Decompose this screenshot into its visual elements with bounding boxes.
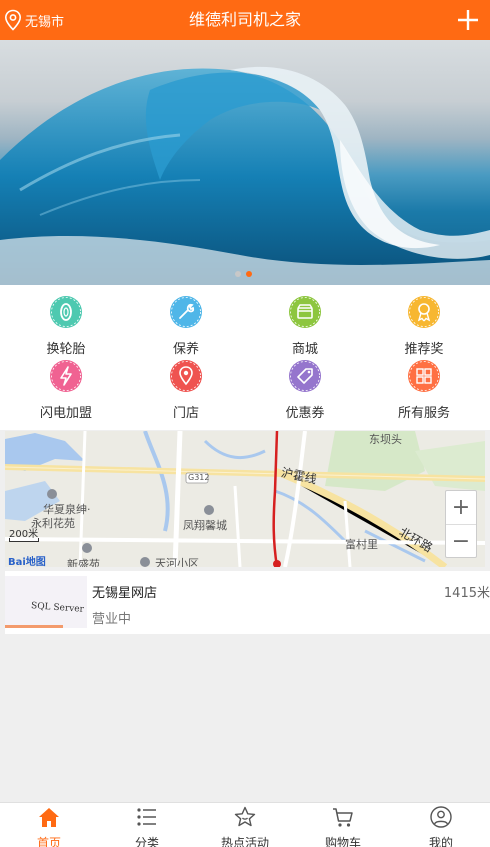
shop-icon [289, 296, 321, 328]
bottom-tab-bar: 首页 分类 热点活动 购物车 我的 [0, 802, 490, 847]
service-store[interactable]: 门店 [126, 359, 246, 421]
map-scale-bar [9, 538, 39, 542]
service-grid: 换轮胎 保养 商城 推荐奖 闪电加盟 门店 优惠券 所有服务 [0, 285, 490, 430]
user-icon [430, 806, 452, 828]
tab-label: 分类 [134, 836, 159, 847]
cart-icon [333, 808, 353, 827]
carousel-dot-active[interactable] [246, 271, 252, 277]
service-shop[interactable]: 商城 [245, 295, 365, 357]
top-header: 无锡市 维德利司机之家 [0, 0, 490, 40]
service-tire[interactable]: 换轮胎 [6, 295, 126, 357]
carousel-indicator [235, 271, 252, 277]
carousel-dot[interactable] [235, 271, 241, 277]
wave-image [0, 66, 490, 285]
tab-label: 我的 [428, 836, 453, 847]
map-zoom-control: + − [445, 490, 477, 558]
banner-carousel[interactable] [0, 40, 490, 285]
service-label: 优惠券 [285, 406, 325, 421]
service-franchise[interactable]: 闪电加盟 [6, 359, 126, 421]
maintenance-icon [170, 296, 202, 328]
add-icon[interactable] [456, 8, 480, 32]
star-icon [234, 806, 256, 827]
store-card[interactable]: SQL Server 无锡星网店 1415米 营业中 [5, 571, 490, 634]
zoom-out-button[interactable]: − [446, 525, 476, 559]
tab-hot-events[interactable]: 热点活动 [196, 806, 294, 847]
store-status: 营业中 [92, 612, 132, 627]
store-location-icon [170, 360, 202, 392]
service-all[interactable]: 所有服务 [364, 359, 484, 421]
service-label: 推荐奖 [404, 342, 444, 357]
map-label: 天河小区 [155, 557, 199, 567]
tab-label: 热点活动 [220, 836, 269, 847]
home-icon [39, 808, 59, 827]
store-name: 无锡星网店 [92, 586, 158, 601]
lightning-icon [50, 360, 82, 392]
service-coupon[interactable]: 优惠券 [245, 359, 365, 421]
map-label: 东坝头 [369, 433, 402, 446]
service-label: 门店 [172, 406, 199, 421]
store-distance: 1415米 [443, 586, 490, 601]
all-services-icon [408, 360, 440, 392]
award-icon [408, 296, 440, 328]
service-label: 闪电加盟 [39, 406, 92, 421]
app-screen: 无锡市 维德利司机之家 换轮胎 保养 商城 推荐奖 闪电加盟 门店 优惠券 所有… [0, 0, 490, 847]
tire-icon [50, 296, 82, 328]
service-label: 保养 [172, 342, 199, 357]
service-maintenance[interactable]: 保养 [126, 295, 246, 357]
map-label: 富村里 [345, 538, 378, 551]
tab-home[interactable]: 首页 [0, 806, 98, 847]
page-title: 维德利司机之家 [188, 10, 301, 29]
store-thumbnail: SQL Server [5, 576, 87, 628]
thumbnail-text: SQL Server [30, 601, 85, 615]
tab-label: 购物车 [324, 836, 361, 847]
map-label: 新盛苑 [67, 558, 100, 567]
store-map[interactable]: 东坝头 G312 沪霍线 华夏泉绅· 永利花苑 凤翔馨城 富村里 北环路 新盛苑… [5, 431, 485, 567]
service-label: 商城 [291, 342, 318, 357]
coupon-icon [289, 360, 321, 392]
service-award[interactable]: 推荐奖 [364, 295, 484, 357]
zoom-in-button[interactable]: + [446, 491, 476, 525]
thumbnail-accent [5, 625, 63, 628]
service-label: 换轮胎 [46, 342, 86, 357]
category-list-icon [137, 808, 156, 826]
tab-cart[interactable]: 购物车 [294, 806, 392, 847]
map-road-shield: G312 [188, 473, 210, 482]
tab-profile[interactable]: 我的 [392, 806, 490, 847]
tab-label: 首页 [36, 836, 61, 847]
service-label: 所有服务 [397, 406, 450, 421]
tab-category[interactable]: 分类 [98, 806, 196, 847]
baidu-map-logo: Bai地图 [8, 557, 46, 567]
map-label: 凤翔馨城 [183, 519, 227, 532]
